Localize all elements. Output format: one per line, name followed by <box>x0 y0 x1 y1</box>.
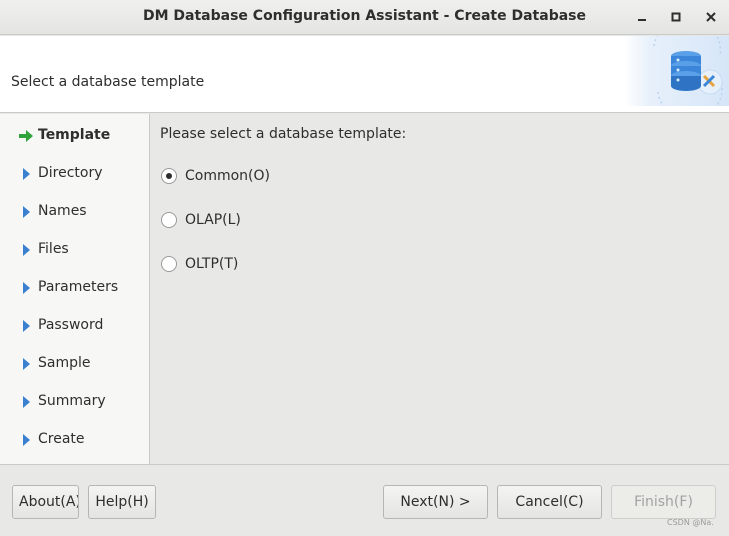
finish-button[interactable]: Finish(F) <box>611 485 716 519</box>
window-titlebar[interactable]: DM Database Configuration Assistant - Cr… <box>0 0 729 35</box>
step-label: Create <box>38 431 85 447</box>
template-option-oltp[interactable]: OLTP(T) <box>161 254 238 274</box>
about-button[interactable]: About(A) <box>12 485 79 519</box>
header-banner <box>624 16 729 121</box>
database-settings-icon <box>653 16 723 121</box>
step-label: Parameters <box>38 279 119 295</box>
step-password[interactable]: Password <box>0 314 150 338</box>
step-label: Files <box>38 241 69 257</box>
help-button[interactable]: Help(H) <box>88 485 156 519</box>
watermark: CSDN @Na. <box>667 518 714 527</box>
wizard-steps-sidebar: Template Directory Names Files Parameter… <box>0 114 150 464</box>
step-label: Directory <box>38 165 103 181</box>
template-option-olap[interactable]: OLAP(L) <box>161 210 241 230</box>
triangle-right-icon <box>23 358 30 370</box>
step-directory[interactable]: Directory <box>0 162 150 186</box>
step-label: Sample <box>38 355 91 371</box>
minimize-icon[interactable] <box>631 6 653 28</box>
step-names[interactable]: Names <box>0 200 150 224</box>
step-files[interactable]: Files <box>0 238 150 262</box>
option-label: OLAP(L) <box>185 212 241 228</box>
template-option-common[interactable]: Common(O) <box>161 166 270 186</box>
page-header: Select a database template <box>0 16 729 121</box>
triangle-right-icon <box>23 320 30 332</box>
next-button[interactable]: Next(N) > <box>383 485 488 519</box>
page-title: Select a database template <box>11 74 205 90</box>
template-prompt: Please select a database template: <box>160 126 407 142</box>
triangle-right-icon <box>23 244 30 256</box>
triangle-right-icon <box>23 434 30 446</box>
radio-olap[interactable] <box>161 212 177 228</box>
step-label: Template <box>38 127 111 143</box>
cancel-button[interactable]: Cancel(C) <box>497 485 602 519</box>
option-label: OLTP(T) <box>185 256 239 272</box>
step-label: Names <box>38 203 87 219</box>
step-parameters[interactable]: Parameters <box>0 276 150 300</box>
step-template[interactable]: Template <box>0 124 150 148</box>
triangle-right-icon <box>23 206 30 218</box>
arrow-right-icon <box>19 130 33 142</box>
step-sample[interactable]: Sample <box>0 352 150 376</box>
window-title: DM Database Configuration Assistant - Cr… <box>142 8 586 24</box>
step-label: Summary <box>38 393 106 409</box>
step-label: Password <box>38 317 104 333</box>
triangle-right-icon <box>23 282 30 294</box>
triangle-right-icon <box>23 396 30 408</box>
close-icon[interactable] <box>700 6 722 28</box>
step-summary[interactable]: Summary <box>0 390 150 414</box>
triangle-right-icon <box>23 168 30 180</box>
radio-common[interactable] <box>161 168 177 184</box>
maximize-icon[interactable] <box>665 6 687 28</box>
dialog-footer: About(A) Help(H) Next(N) > Cancel(C) Fin… <box>0 464 729 536</box>
template-selection-panel: Please select a database template: Commo… <box>151 114 729 464</box>
radio-oltp[interactable] <box>161 256 177 272</box>
step-create[interactable]: Create <box>0 428 150 452</box>
option-label: Common(O) <box>185 168 270 184</box>
